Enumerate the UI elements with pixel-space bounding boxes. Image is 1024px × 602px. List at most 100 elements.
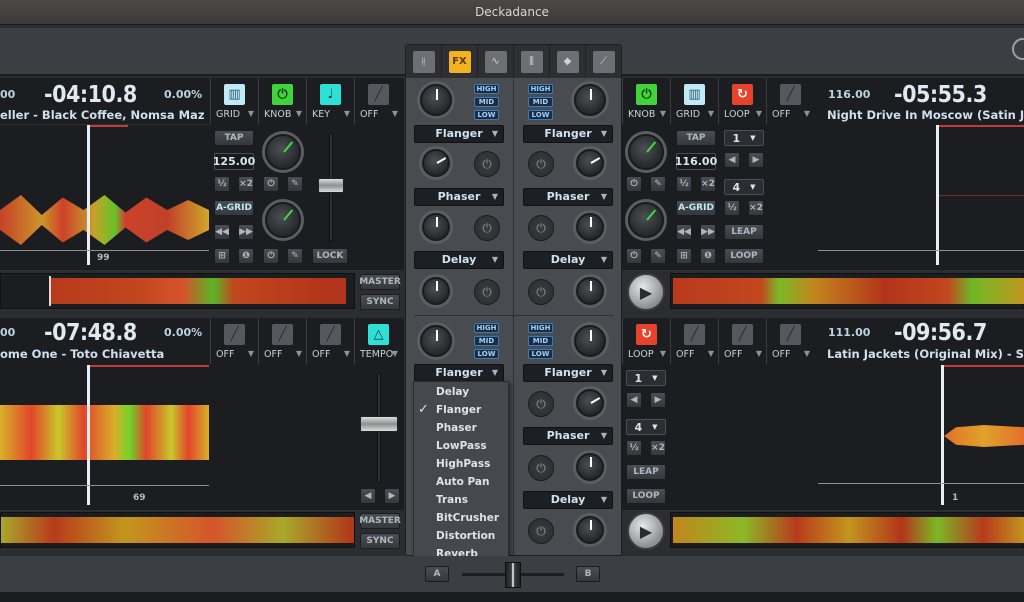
band-mid-button[interactable]: MID xyxy=(528,97,553,107)
leap-button[interactable]: LEAP xyxy=(626,464,666,480)
band-high-button[interactable]: HIGH xyxy=(474,323,499,333)
deck-c-sync-button[interactable]: SYNC xyxy=(360,533,400,549)
fast-forward-icon[interactable]: ▶▶ xyxy=(238,224,254,240)
deck-b-mode-loop[interactable]: ↻ LOOP ▼ xyxy=(718,78,766,124)
fx-knob[interactable] xyxy=(574,84,606,116)
menu-item-lowpass[interactable]: LowPass xyxy=(436,440,487,452)
grid-edit-icon[interactable]: ⊞ xyxy=(214,248,230,264)
chevron-down-icon[interactable]: ▼ xyxy=(248,349,254,358)
fx-knob[interactable] xyxy=(576,277,604,305)
deck-d-overview[interactable] xyxy=(670,512,1024,548)
chevron-down-icon[interactable]: ▼ xyxy=(344,349,350,358)
edit-icon[interactable]: ✎ xyxy=(650,248,666,264)
tap-button[interactable]: TAP xyxy=(676,130,716,146)
deck-d-mode-loop[interactable]: ↻ LOOP ▼ xyxy=(622,318,670,364)
fx-knob[interactable] xyxy=(574,325,606,357)
chevron-down-icon[interactable]: ▼ xyxy=(392,349,398,358)
chevron-down-icon[interactable]: ▼ xyxy=(804,109,810,118)
band-high-button[interactable]: HIGH xyxy=(474,84,499,94)
fx-select[interactable]: Phaser ▼ xyxy=(523,427,613,445)
deck-d-mode-4[interactable]: ╱ OFF ▼ xyxy=(766,318,814,364)
deck-d-mode-3[interactable]: ╱ OFF ▼ xyxy=(718,318,766,364)
downbeat-icon[interactable]: ❶ xyxy=(238,248,254,264)
edit-icon[interactable]: ✎ xyxy=(287,248,303,264)
a-grid-button[interactable]: A-GRID xyxy=(676,200,716,216)
deck-a-master-button[interactable]: MASTER xyxy=(359,274,401,290)
band-low-button[interactable]: LOW xyxy=(528,110,553,120)
downbeat-icon[interactable]: ❶ xyxy=(700,248,716,264)
fx-knob[interactable] xyxy=(576,516,604,544)
bpm-field[interactable]: 116.00 xyxy=(675,153,717,170)
crossfader-b-button[interactable]: B xyxy=(576,566,600,582)
chevron-down-icon[interactable]: ▼ xyxy=(804,349,810,358)
menu-item-phaser[interactable]: Phaser xyxy=(436,422,477,434)
band-mid-button[interactable]: MID xyxy=(474,97,499,107)
fx-knob[interactable] xyxy=(576,389,604,417)
tab-fx[interactable]: FX xyxy=(442,45,478,78)
deck-c-mode-2[interactable]: ╱ OFF ▼ xyxy=(258,318,306,364)
double-button[interactable]: ×2 xyxy=(700,176,716,192)
loop-back-button[interactable]: ◀ xyxy=(626,392,642,408)
power-icon[interactable]: ⏻ xyxy=(263,248,279,264)
chevron-down-icon[interactable]: ▼ xyxy=(296,109,302,118)
band-mid-button[interactable]: MID xyxy=(528,336,553,346)
menu-item-distortion[interactable]: Distortion xyxy=(436,530,495,542)
fast-forward-icon[interactable]: ▶▶ xyxy=(700,224,716,240)
deck-b-overview[interactable] xyxy=(670,273,1024,309)
menu-item-auto-pan[interactable]: Auto Pan xyxy=(436,476,489,488)
deck-a-mode-knob[interactable]: ⏻ KNOB ▼ xyxy=(258,78,306,124)
chevron-down-icon[interactable]: ▼ xyxy=(392,109,398,118)
knob-1[interactable] xyxy=(265,134,301,170)
power-icon[interactable]: ⏻ xyxy=(626,176,642,192)
chevron-down-icon[interactable]: ▼ xyxy=(248,109,254,118)
menu-item-highpass[interactable]: HighPass xyxy=(436,458,490,470)
deck-a-sync-button[interactable]: SYNC xyxy=(360,294,400,310)
loop-double-button[interactable]: ×2 xyxy=(650,440,666,456)
half-button[interactable]: ½ xyxy=(676,176,692,192)
chevron-down-icon[interactable]: ▼ xyxy=(756,109,762,118)
deck-b-mode-off[interactable]: ╱ OFF ▼ xyxy=(766,78,814,124)
fx-select[interactable]: Delay ▼ xyxy=(414,251,504,269)
deck-a-mode-grid[interactable]: ▥ GRID ▼ xyxy=(210,78,258,124)
master-knob[interactable] xyxy=(1012,38,1024,60)
loop-size-select-2[interactable]: 4 ▼ xyxy=(724,179,764,195)
power-icon[interactable]: ⏻ xyxy=(528,455,554,481)
tempo-fader-knob[interactable] xyxy=(360,416,398,432)
fx-knob[interactable] xyxy=(576,149,604,177)
deck-b-play-button[interactable]: ▶ xyxy=(627,273,665,311)
fx-select-open[interactable]: Flanger ▼ xyxy=(414,364,504,382)
band-low-button[interactable]: LOW xyxy=(474,349,499,359)
loop-half-button[interactable]: ½ xyxy=(724,200,740,216)
chevron-down-icon[interactable]: ▼ xyxy=(296,349,302,358)
fx-select[interactable]: Phaser ▼ xyxy=(523,188,613,206)
deck-b-mode-grid[interactable]: ▥ GRID ▼ xyxy=(670,78,718,124)
deck-b-waveform[interactable] xyxy=(818,125,1024,265)
deck-c-overview[interactable] xyxy=(0,512,355,548)
power-icon[interactable]: ⏻ xyxy=(528,151,554,177)
power-icon[interactable]: ⏻ xyxy=(474,151,500,177)
fx-knob[interactable] xyxy=(420,325,452,357)
band-low-button[interactable]: LOW xyxy=(474,110,499,120)
bpm-field[interactable]: 125.00 xyxy=(213,153,255,170)
deck-d-waveform[interactable]: 1 xyxy=(818,365,1024,505)
knob-2[interactable] xyxy=(628,202,664,238)
chevron-down-icon[interactable]: ▼ xyxy=(660,349,666,358)
grid-edit-icon[interactable]: ⊞ xyxy=(676,248,692,264)
power-icon[interactable]: ⏻ xyxy=(528,518,554,544)
loop-half-button[interactable]: ½ xyxy=(626,440,642,456)
fx-knob[interactable] xyxy=(422,149,450,177)
deck-a-mode-key[interactable]: ♩ KEY ▼ xyxy=(306,78,354,124)
fx-knob[interactable] xyxy=(422,277,450,305)
loop-double-button[interactable]: ×2 xyxy=(748,200,764,216)
loop-size-select-1[interactable]: 1 ▼ xyxy=(724,130,764,146)
chevron-down-icon[interactable]: ▼ xyxy=(344,109,350,118)
loop-back-button[interactable]: ◀ xyxy=(724,152,740,168)
edit-icon[interactable]: ✎ xyxy=(287,176,303,192)
deck-c-mode-tempo[interactable]: △ TEMPO ▼ xyxy=(354,318,402,364)
deck-a-overview[interactable] xyxy=(0,273,355,309)
fx-select[interactable]: Flanger ▼ xyxy=(523,364,613,382)
fx-select[interactable]: Flanger ▼ xyxy=(414,125,504,143)
fx-select[interactable]: Phaser ▼ xyxy=(414,188,504,206)
a-grid-button[interactable]: A-GRID xyxy=(214,200,254,216)
crossfader-handle[interactable] xyxy=(505,562,521,588)
